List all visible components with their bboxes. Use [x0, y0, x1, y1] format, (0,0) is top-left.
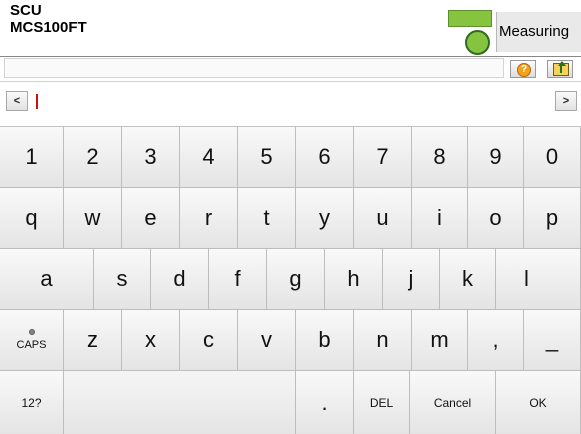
key-9[interactable]: 9 — [468, 127, 524, 188]
cancel-button[interactable]: Cancel — [410, 371, 496, 434]
key-h[interactable]: h — [325, 249, 383, 310]
help-button[interactable]: ? — [510, 60, 536, 78]
key-r[interactable]: r — [180, 188, 238, 249]
key-7[interactable]: 7 — [354, 127, 412, 188]
key-s[interactable]: s — [94, 249, 151, 310]
key-b[interactable]: b — [296, 310, 354, 371]
scroll-right-button[interactable]: > — [555, 91, 577, 111]
key-n[interactable]: n — [354, 310, 412, 371]
key-q[interactable]: q — [0, 188, 64, 249]
folder-up-icon — [553, 61, 569, 76]
on-screen-keyboard: 1 2 3 4 5 6 7 8 9 0 q w e r t y u i o p … — [0, 126, 581, 434]
key-3[interactable]: 3 — [122, 127, 180, 188]
key-x[interactable]: x — [122, 310, 180, 371]
key-underscore[interactable]: _ — [524, 310, 581, 371]
key-e[interactable]: e — [122, 188, 180, 249]
key-c[interactable]: c — [180, 310, 238, 371]
key-a[interactable]: a — [0, 249, 94, 310]
parent-folder-button[interactable] — [547, 60, 573, 78]
info-bar: ? — [0, 56, 581, 82]
key-g[interactable]: g — [267, 249, 325, 310]
keyboard-row-bottom-letters: CAPS z x c v b n m , _ — [0, 310, 581, 371]
key-1[interactable]: 1 — [0, 127, 64, 188]
caps-lock-key[interactable]: CAPS — [0, 310, 64, 371]
text-caret — [36, 94, 38, 109]
key-m[interactable]: m — [412, 310, 468, 371]
help-icon: ? — [517, 63, 531, 77]
space-bar[interactable] — [64, 371, 296, 434]
keyboard-row-home: a s d f g h j k l — [0, 249, 581, 310]
text-entry-field[interactable] — [30, 91, 552, 111]
status-text: Measuring — [496, 12, 581, 52]
status-indicator-rect — [448, 10, 492, 27]
ok-button[interactable]: OK — [496, 371, 581, 434]
key-l[interactable]: l — [496, 249, 581, 310]
caps-label: CAPS — [16, 339, 47, 351]
key-2[interactable]: 2 — [64, 127, 122, 188]
key-0[interactable]: 0 — [524, 127, 581, 188]
key-period[interactable]: . — [296, 371, 354, 434]
keyboard-row-function: 12? . DEL Cancel OK — [0, 371, 581, 434]
key-p[interactable]: p — [524, 188, 581, 249]
key-i[interactable]: i — [412, 188, 468, 249]
key-6[interactable]: 6 — [296, 127, 354, 188]
key-w[interactable]: w — [64, 188, 122, 249]
key-y[interactable]: y — [296, 188, 354, 249]
key-4[interactable]: 4 — [180, 127, 238, 188]
key-f[interactable]: f — [209, 249, 267, 310]
header: SCU MCS100FT Measuring — [0, 0, 581, 56]
key-v[interactable]: v — [238, 310, 296, 371]
scroll-left-button[interactable]: < — [6, 91, 28, 111]
key-8[interactable]: 8 — [412, 127, 468, 188]
text-input-row: < > — [0, 88, 581, 114]
key-k[interactable]: k — [440, 249, 496, 310]
caps-led-icon — [28, 329, 35, 335]
keyboard-row-digits: 1 2 3 4 5 6 7 8 9 0 — [0, 127, 581, 188]
key-o[interactable]: o — [468, 188, 524, 249]
key-comma[interactable]: , — [468, 310, 524, 371]
symbols-mode-key[interactable]: 12? — [0, 371, 64, 434]
delete-key[interactable]: DEL — [354, 371, 410, 434]
message-field — [4, 58, 504, 78]
key-5[interactable]: 5 — [238, 127, 296, 188]
device-name-label: MCS100FT — [10, 19, 87, 36]
key-d[interactable]: d — [151, 249, 209, 310]
status-indicator-led — [465, 30, 490, 55]
key-t[interactable]: t — [238, 188, 296, 249]
keyboard-row-qwerty: q w e r t y u i o p — [0, 188, 581, 249]
key-u[interactable]: u — [354, 188, 412, 249]
device-type-label: SCU — [10, 2, 42, 19]
key-z[interactable]: z — [64, 310, 122, 371]
key-j[interactable]: j — [383, 249, 440, 310]
